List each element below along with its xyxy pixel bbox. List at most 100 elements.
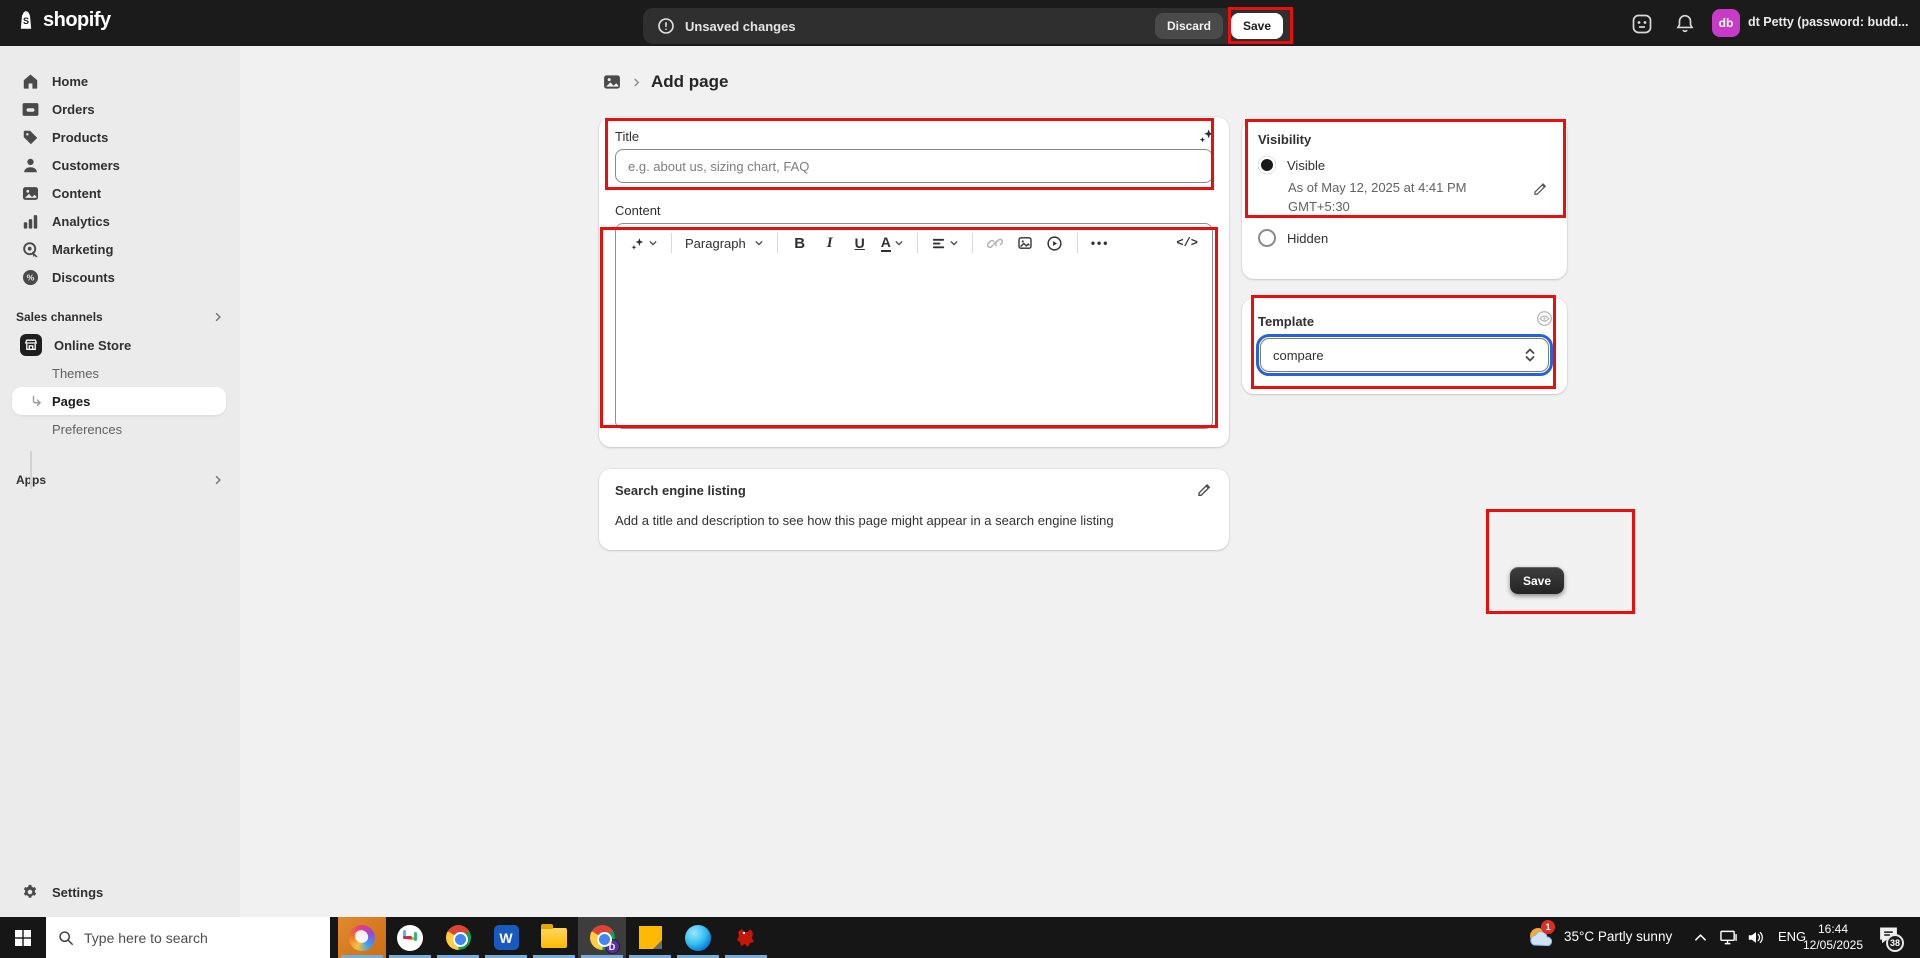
editor-text-area[interactable] xyxy=(616,262,1212,428)
code-view-icon[interactable]: </> xyxy=(1172,230,1202,256)
template-select[interactable]: compare xyxy=(1260,338,1549,372)
visibility-card: Visibility Visible As of May 12, 2025 at… xyxy=(1242,120,1567,279)
bold-button[interactable]: B xyxy=(787,230,813,256)
link-icon[interactable] xyxy=(982,230,1008,256)
seo-card-description: Add a title and description to see how t… xyxy=(615,513,1114,528)
shopify-logo[interactable]: S shopify xyxy=(14,8,111,32)
action-center-icon[interactable]: 38 xyxy=(1878,925,1899,945)
weather-icon[interactable]: 1 xyxy=(1526,925,1554,951)
sidebar-item-label: Products xyxy=(52,130,108,145)
user-avatar[interactable]: db xyxy=(1712,9,1740,37)
home-icon xyxy=(20,71,40,91)
sidebar-item-content[interactable]: Content xyxy=(0,179,240,207)
select-updown-icon xyxy=(1524,347,1536,363)
unsaved-changes-bar: Unsaved changes Discard Save xyxy=(643,8,1293,44)
taskbar-app-slack[interactable] xyxy=(386,917,434,958)
speaker-icon[interactable] xyxy=(1747,930,1765,945)
admin-apps-icon[interactable] xyxy=(1630,12,1654,36)
taskbar-app-chrome[interactable] xyxy=(434,917,482,958)
taskbar-search[interactable] xyxy=(46,917,330,958)
sidebar-item-preferences[interactable]: Preferences xyxy=(0,415,240,443)
discard-button[interactable]: Discard xyxy=(1155,13,1223,39)
weather-text[interactable]: 35°C Partly sunny xyxy=(1564,929,1672,944)
sidebar-item-label: Settings xyxy=(52,885,103,900)
ai-magic-button[interactable] xyxy=(626,230,662,256)
sidebar-item-orders[interactable]: Orders xyxy=(0,95,240,123)
branch-arrow-icon xyxy=(30,394,44,408)
sidebar-item-online-store[interactable]: Online Store xyxy=(0,331,240,359)
hidden-radio-row[interactable]: Hidden xyxy=(1258,229,1328,247)
marketing-icon xyxy=(20,239,40,259)
taskbar-app-explorer[interactable] xyxy=(530,917,578,958)
sales-channels-header[interactable]: Sales channels xyxy=(0,303,240,331)
sidebar-item-customers[interactable]: Customers xyxy=(0,151,240,179)
unsaved-changes-text: Unsaved changes xyxy=(685,19,796,34)
discounts-icon: % xyxy=(20,267,40,287)
slack-icon xyxy=(397,925,423,951)
sidebar-item-home[interactable]: Home xyxy=(0,67,240,95)
seo-card: Search engine listing Add a title and de… xyxy=(599,469,1229,550)
apps-header[interactable]: Apps xyxy=(0,466,240,494)
floating-save-button[interactable]: Save xyxy=(1510,567,1564,594)
orders-icon xyxy=(20,99,40,119)
taskbar-app-copilot[interactable] xyxy=(338,917,386,958)
ai-sparkle-icon[interactable] xyxy=(1198,127,1215,144)
sidebar-item-label: Online Store xyxy=(54,338,131,353)
insert-image-icon[interactable] xyxy=(1012,230,1038,256)
shopify-wordmark: shopify xyxy=(43,9,111,32)
weather-alert-badge: 1 xyxy=(1541,920,1555,934)
sidebar-item-label: Preferences xyxy=(52,422,122,437)
taskbar-app-chrome-profile[interactable]: D xyxy=(578,917,626,958)
user-name[interactable]: dt Petty (password: budd... xyxy=(1748,15,1916,29)
taskbar-search-input[interactable] xyxy=(84,930,304,946)
taskbar-app-red-creature[interactable] xyxy=(722,917,770,958)
view-eye-icon[interactable] xyxy=(1536,310,1553,327)
insert-video-icon[interactable] xyxy=(1042,230,1068,256)
page-type-icon[interactable] xyxy=(602,72,622,92)
sidebar-item-analytics[interactable]: Analytics xyxy=(0,207,240,235)
start-button[interactable] xyxy=(0,917,46,958)
sidebar-item-settings[interactable]: Settings xyxy=(0,878,240,906)
taskbar: W D 1 35°C Partly sunny ENG 16:44 12/05/… xyxy=(0,917,1920,958)
sidebar-item-label: Pages xyxy=(52,394,90,409)
tray-chevron-up-icon[interactable] xyxy=(1694,932,1707,943)
alignment-button[interactable] xyxy=(927,230,963,256)
radio-unselected-icon[interactable] xyxy=(1258,229,1276,247)
text-color-button[interactable]: A xyxy=(877,230,908,256)
sidebar-item-label: Discounts xyxy=(52,270,115,285)
hidden-label: Hidden xyxy=(1287,231,1328,246)
sidebar-item-label: Themes xyxy=(52,366,99,381)
more-options-icon[interactable]: ••• xyxy=(1087,230,1114,256)
visible-radio-row[interactable]: Visible xyxy=(1258,156,1325,174)
file-explorer-icon xyxy=(541,928,567,948)
taskbar-app-edge[interactable] xyxy=(674,917,722,958)
taskbar-app-word[interactable]: W xyxy=(482,917,530,958)
italic-button[interactable]: I xyxy=(817,230,843,256)
radio-selected-icon[interactable] xyxy=(1258,156,1276,174)
notification-count-badge: 38 xyxy=(1886,934,1904,952)
notifications-bell-icon[interactable] xyxy=(1674,12,1696,34)
customers-icon xyxy=(20,155,40,175)
network-icon[interactable] xyxy=(1719,929,1738,946)
sidebar-item-label: Marketing xyxy=(52,242,113,257)
sidebar-item-pages-active[interactable]: Pages xyxy=(12,387,226,415)
sidebar-item-marketing[interactable]: Marketing xyxy=(0,235,240,263)
taskbar-clock[interactable]: 16:44 12/05/2025 xyxy=(1793,921,1873,953)
underline-button[interactable]: U xyxy=(847,230,873,256)
save-button[interactable]: Save xyxy=(1231,13,1283,39)
sidebar-item-products[interactable]: Products xyxy=(0,123,240,151)
taskbar-app-sticky-notes[interactable] xyxy=(626,917,674,958)
title-label: Title xyxy=(615,129,639,144)
sidebar-item-themes[interactable]: Themes xyxy=(0,359,240,387)
content-icon xyxy=(20,183,40,203)
edge-icon xyxy=(685,925,711,951)
template-select-value: compare xyxy=(1273,348,1324,363)
title-input[interactable] xyxy=(615,149,1213,183)
edit-pencil-icon[interactable] xyxy=(1532,180,1549,197)
content-editor[interactable]: Paragraph B I U A xyxy=(615,223,1213,429)
svg-text:%: % xyxy=(26,272,34,282)
sidebar-item-discounts[interactable]: % Discounts xyxy=(0,263,240,291)
edit-pencil-icon[interactable] xyxy=(1196,481,1213,498)
paragraph-style-dropdown[interactable]: Paragraph xyxy=(681,230,768,256)
chevron-right-icon xyxy=(212,311,224,323)
